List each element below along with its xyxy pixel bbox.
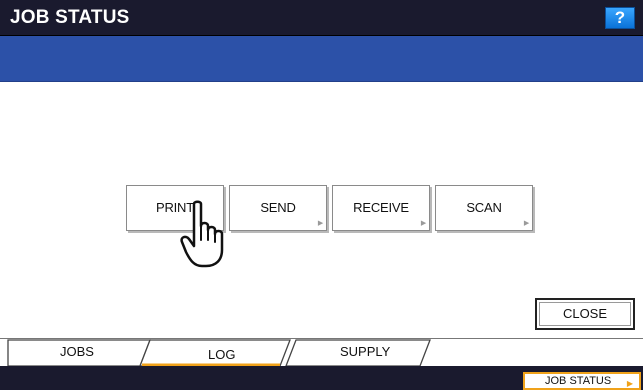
submenu-arrow-icon: ▶ bbox=[523, 220, 529, 227]
scan-log-button[interactable]: SCAN ▶ bbox=[435, 185, 533, 231]
submenu-arrow-icon: ▶ bbox=[317, 220, 323, 227]
hand-pointer-icon bbox=[180, 200, 224, 268]
scan-log-label: SCAN bbox=[466, 200, 502, 215]
tab-shapes bbox=[7, 339, 431, 367]
receive-log-button[interactable]: RECEIVE ▶ bbox=[332, 185, 430, 231]
send-log-label: SEND bbox=[260, 200, 296, 215]
tab-bar: JOBS LOG SUPPLY bbox=[0, 338, 643, 367]
job-status-button[interactable]: JOB STATUS ▶ bbox=[523, 372, 641, 390]
page-title: JOB STATUS bbox=[10, 7, 130, 28]
header-band bbox=[0, 36, 643, 82]
arrow-right-icon: ▶ bbox=[626, 379, 633, 388]
tab-jobs[interactable]: JOBS bbox=[60, 344, 94, 359]
receive-log-label: RECEIVE bbox=[353, 200, 409, 215]
submenu-arrow-icon: ▶ bbox=[420, 220, 426, 227]
tab-supply[interactable]: SUPPLY bbox=[340, 344, 390, 359]
status-bar: JOB STATUS ▶ bbox=[0, 366, 643, 390]
help-button[interactable]: ? bbox=[605, 7, 635, 29]
title-bar: JOB STATUS ? bbox=[0, 0, 643, 36]
send-log-button[interactable]: SEND ▶ bbox=[229, 185, 327, 231]
job-status-label: JOB STATUS bbox=[545, 375, 612, 387]
close-button[interactable]: CLOSE bbox=[535, 298, 635, 330]
tab-log[interactable]: LOG bbox=[208, 347, 235, 362]
main-panel: PRINT SEND ▶ RECEIVE ▶ SCAN ▶ CLOSE bbox=[0, 82, 643, 338]
